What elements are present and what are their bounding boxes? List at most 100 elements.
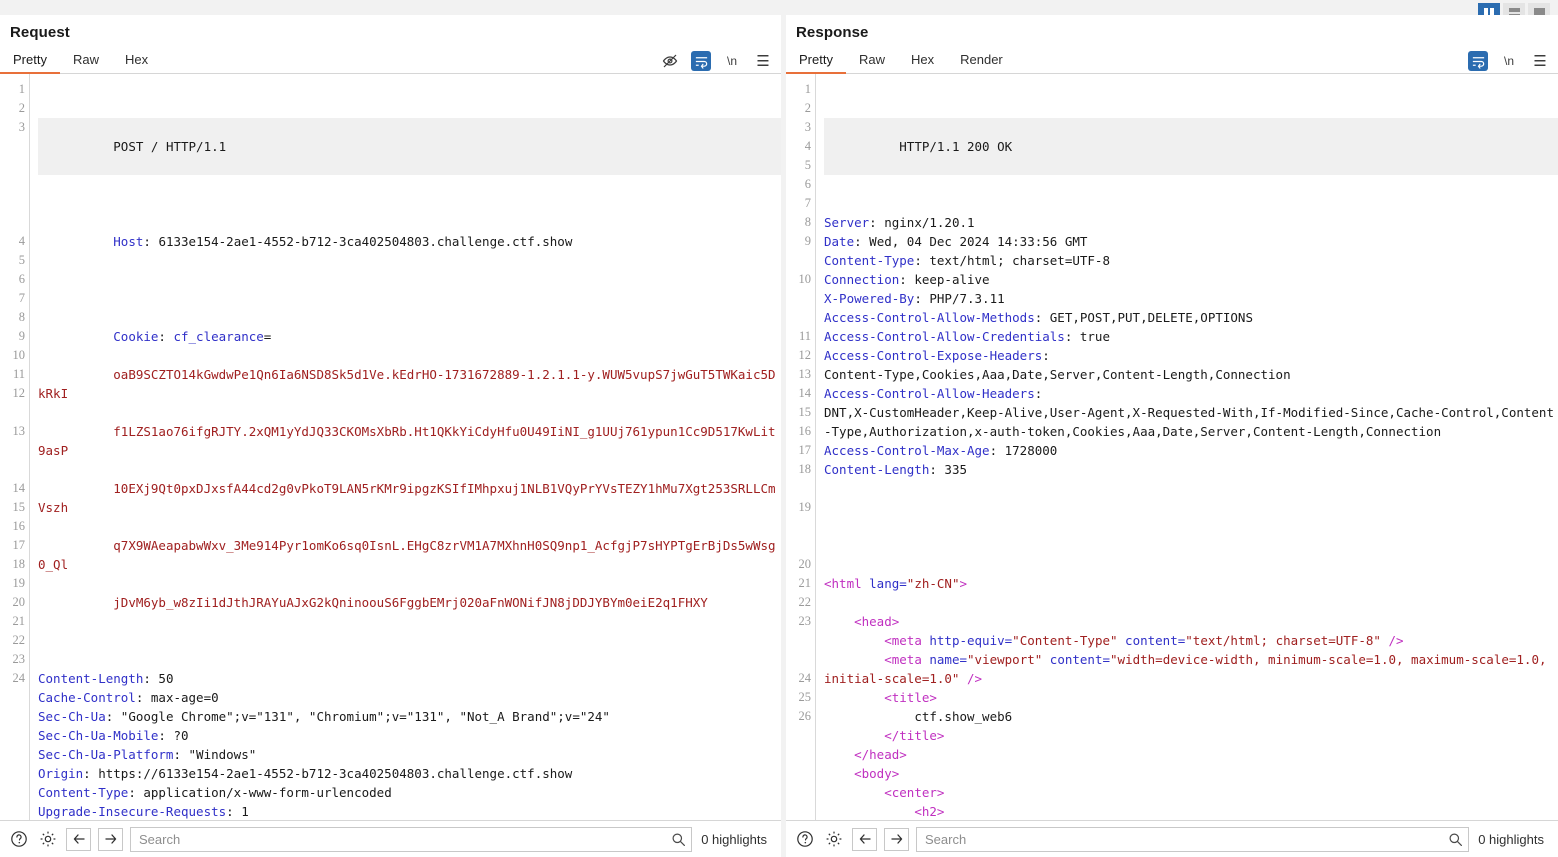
response-pane: Response Pretty Raw Hex Render \n ☰: [786, 15, 1558, 857]
request-line-numbers: 123 ... .. 4567 891011 12. 13.. 14151617…: [0, 74, 30, 820]
response-highlights-count: 0 highlights: [1476, 832, 1550, 847]
html-token-attr: content=: [1042, 652, 1110, 667]
html-token-txt: ctf.show_web6: [914, 709, 1012, 724]
newline-icon[interactable]: \n: [1499, 51, 1519, 71]
tab-response-pretty[interactable]: Pretty: [786, 48, 846, 74]
html-line: <meta http-equiv="Content-Type" content=…: [824, 631, 1558, 650]
html-token-tag: >: [959, 576, 967, 591]
arrow-right-icon[interactable]: [884, 828, 909, 851]
header-name: Access-Control-Allow-Methods: [824, 310, 1035, 325]
html-line: <center>: [824, 783, 1558, 802]
html-token-tag: <head>: [854, 614, 899, 629]
burp-message-viewer: Request Pretty Raw Hex: [0, 0, 1558, 857]
tab-response-raw[interactable]: Raw: [846, 48, 898, 74]
menu-icon[interactable]: ☰: [1530, 51, 1550, 71]
header-row: Content-Length: 50: [38, 669, 781, 688]
response-html-body: <html lang="zh-CN"> <head> <meta http-eq…: [824, 574, 1558, 820]
tab-response-hex[interactable]: Hex: [898, 48, 947, 74]
response-blank-line: [824, 517, 1558, 536]
arrow-left-icon[interactable]: [852, 828, 877, 851]
html-token-tag: <html: [824, 576, 869, 591]
header-value: max-age=0: [143, 690, 218, 705]
header-value: 1: [234, 804, 249, 819]
header-name: Server: [824, 215, 869, 230]
html-line: <title>: [824, 688, 1558, 707]
search-input[interactable]: [917, 828, 1442, 851]
request-editor[interactable]: 123 ... .. 4567 891011 12. 13.. 14151617…: [0, 74, 781, 821]
html-token-tag: <title>: [884, 690, 937, 705]
tab-request-hex[interactable]: Hex: [112, 48, 161, 74]
header-name: Content-Length: [38, 671, 143, 686]
header-row: Connection: keep-alive: [824, 270, 1558, 289]
html-token-str: "viewport": [967, 652, 1042, 667]
html-line: </title>: [824, 726, 1558, 745]
question-circle-icon[interactable]: [8, 828, 30, 850]
magnifier-icon[interactable]: [1442, 832, 1468, 847]
word-wrap-icon[interactable]: [1468, 51, 1488, 71]
header-name: X-Powered-By: [824, 291, 914, 306]
cookie-value-line: 10EXj9Qt0pxDJxsfA44cd2g0vPkoT9LAN5rKMr9i…: [38, 481, 776, 515]
html-token-attr: http-equiv=: [929, 633, 1012, 648]
header-value: GET,POST,PUT,DELETE,OPTIONS: [1042, 310, 1253, 325]
magnifier-icon[interactable]: [665, 832, 691, 847]
request-header-host: Host: 6133e154-2ae1-4552-b712-3ca4025048…: [38, 213, 781, 270]
response-code[interactable]: HTTP/1.1 200 OK Server: nginx/1.20.1Date…: [816, 74, 1558, 820]
header-row: Upgrade-Insecure-Requests: 1: [38, 802, 781, 820]
request-tool-group: \n ☰: [660, 48, 773, 74]
tab-request-raw[interactable]: Raw: [60, 48, 112, 74]
arrow-left-icon[interactable]: [66, 828, 91, 851]
response-tool-group: \n ☰: [1468, 48, 1550, 74]
header-row: Date: Wed, 04 Dec 2024 14:33:56 GMT: [824, 232, 1558, 251]
header-row: Access-Control-Allow-Headers:DNT,X-Custo…: [824, 384, 1558, 441]
header-value: 335: [937, 462, 967, 477]
html-token-tag: <body>: [854, 766, 899, 781]
header-row: Sec-Ch-Ua-Mobile: ?0: [38, 726, 781, 745]
header-name: Content-Length: [824, 462, 929, 477]
request-code[interactable]: POST / HTTP/1.1 Host: 6133e154-2ae1-4552…: [30, 74, 781, 820]
request-search-box[interactable]: [130, 827, 692, 852]
header-row: Content-Length: 335: [824, 460, 1558, 479]
search-input[interactable]: [131, 828, 665, 851]
header-name: Access-Control-Allow-Credentials: [824, 329, 1065, 344]
cookie-value-line: jDvM6yb_w8zIi1dJthJRAYuAJxG2kQninoouS6Fg…: [113, 595, 708, 610]
response-pane-title: Response: [786, 15, 1558, 48]
question-circle-icon[interactable]: [794, 828, 816, 850]
response-search-box[interactable]: [916, 827, 1469, 852]
header-value: "Windows": [181, 747, 256, 762]
request-start-line-text: POST / HTTP/1.1: [113, 139, 226, 154]
word-wrap-icon[interactable]: [691, 51, 711, 71]
cookie-value-line: oaB9SCZTO14kGwdwPe1Qn6Ia6NSD8Sk5d1Ve.kEd…: [38, 367, 776, 401]
header-name: Access-Control-Max-Age: [824, 443, 990, 458]
html-token-tag: <meta: [884, 652, 929, 667]
header-name: Host: [113, 234, 143, 249]
html-line: <head>: [824, 612, 1558, 631]
tab-response-render[interactable]: Render: [947, 48, 1016, 74]
header-name: Upgrade-Insecure-Requests: [38, 804, 226, 819]
html-token-str: "text/html; charset=UTF-8": [1185, 633, 1381, 648]
header-row: Access-Control-Expose-Headers:Content-Ty…: [824, 346, 1558, 384]
header-row: Access-Control-Max-Age: 1728000: [824, 441, 1558, 460]
arrow-right-icon[interactable]: [98, 828, 123, 851]
request-tabs: Pretty Raw Hex: [0, 48, 781, 74]
html-token-tag: />: [1381, 633, 1404, 648]
hide-icon[interactable]: [660, 51, 680, 71]
header-value: 50: [151, 671, 174, 686]
gear-icon[interactable]: [823, 828, 845, 850]
gear-icon[interactable]: [37, 828, 59, 850]
response-status-line: HTTP/1.1 200 OK: [824, 118, 1558, 175]
newline-icon[interactable]: \n: [722, 51, 742, 71]
tab-request-pretty[interactable]: Pretty: [0, 48, 60, 74]
header-value: Wed, 04 Dec 2024 14:33:56 GMT: [862, 234, 1088, 249]
response-tabs: Pretty Raw Hex Render \n ☰: [786, 48, 1558, 74]
header-row: Server: nginx/1.20.1: [824, 213, 1558, 232]
cookie-key: cf_clearance: [173, 329, 263, 344]
menu-icon[interactable]: ☰: [753, 51, 773, 71]
request-header-cookie: Cookie: cf_clearance= oaB9SCZTO14kGwdwPe…: [38, 308, 781, 631]
html-line: [824, 593, 1558, 612]
response-line-numbers: 1234 5678 9. 10.. 111213 14151617 18. 19…: [786, 74, 816, 820]
cookie-value-line: f1LZS1ao76ifgRJTY.2xQM1yYdJQ33CKOMsXbRb.…: [38, 424, 776, 458]
header-value: PHP/7.3.11: [922, 291, 1005, 306]
response-editor[interactable]: 1234 5678 9. 10.. 111213 14151617 18. 19…: [786, 74, 1558, 821]
html-line: <body>: [824, 764, 1558, 783]
header-name: Sec-Ch-Ua: [38, 709, 106, 724]
